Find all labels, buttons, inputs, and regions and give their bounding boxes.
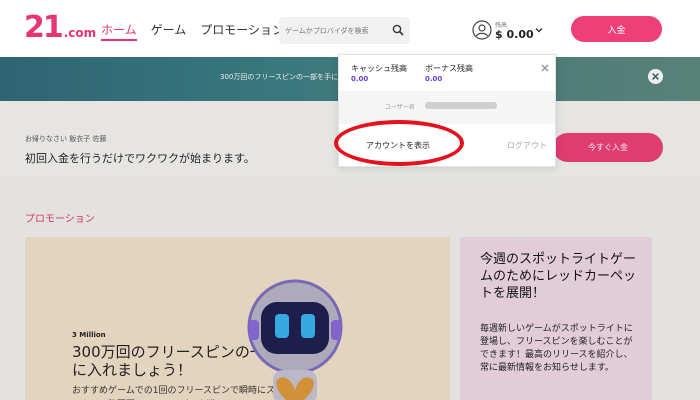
nav-home[interactable]: ホーム (101, 22, 137, 41)
promo-kicker: 3 Million (72, 331, 106, 339)
side-promo-body: 毎週新しいゲームがスポットライトに登場し、フリースピンを楽しむことができます！最… (480, 324, 633, 373)
balance-value: $ 0.00 (495, 28, 534, 41)
deposit-button[interactable]: 入金 (571, 16, 662, 42)
cash-balance-value: 0.00 (351, 75, 369, 83)
balances-section: キャッシュ残高 0.00 ボーナス残高 0.00 (339, 55, 555, 89)
cash-balance-label: キャッシュ残高 (351, 64, 407, 73)
account-balance-toggle[interactable]: 残高 $ 0.00 (472, 18, 552, 44)
top-header: 21 .com ホーム ゲーム プロモーション 残高 $ 0.00 入金 (0, 0, 700, 57)
welcome-headline: 初回入金を行うだけでワクワクが始まります。 (25, 152, 255, 165)
main-nav: ホーム ゲーム プロモーション (101, 22, 284, 41)
chevron-down-icon (535, 28, 543, 33)
nav-promotions[interactable]: プロモーション (200, 22, 284, 41)
view-account-link[interactable]: アカウントを表示 (366, 140, 430, 151)
site-logo[interactable]: 21 .com (24, 12, 96, 44)
astronaut-illustration (247, 279, 343, 400)
logo-suffix: .com (63, 26, 97, 40)
close-icon[interactable] (648, 69, 663, 84)
username-row: ユーザー名 (339, 91, 555, 124)
user-icon (472, 20, 492, 40)
account-dropdown: キャッシュ残高 0.00 ボーナス残高 0.00 ユーザー名 アカウントを表示 … (338, 54, 556, 167)
bonus-balance-value: 0.00 (425, 75, 443, 83)
account-actions: アカウントを表示 ログアウト (339, 124, 555, 168)
promo-card-side[interactable]: 今週のスポットライトゲームのためにレッドカーペットを展開！ 毎週新しいゲームがス… (460, 237, 652, 400)
promo-card-main[interactable]: 3 Million 300万回のフリースピンの一部を手に入れましょう！ おすすめ… (25, 237, 450, 400)
bonus-balance-label: ボーナス残高 (425, 64, 473, 73)
search-icon[interactable] (392, 24, 404, 36)
logo-text: 21 (24, 10, 64, 45)
username-value-blurred (425, 102, 497, 109)
greeting-text: お帰りなさい 飯衣子 佐藤 (25, 135, 107, 143)
search-box (279, 17, 410, 44)
promotions-heading: プロモーション (25, 214, 95, 225)
username-label: ユーザー名 (385, 104, 415, 111)
search-input[interactable] (285, 17, 389, 44)
nav-games[interactable]: ゲーム (151, 22, 187, 41)
logout-link[interactable]: ログアウト (507, 140, 547, 151)
close-icon[interactable] (541, 64, 549, 72)
deposit-now-button[interactable]: 今すぐ入金 (553, 133, 663, 162)
side-promo-title: 今週のスポットライトゲームのためにレッドカーペットを展開！ (480, 252, 637, 301)
